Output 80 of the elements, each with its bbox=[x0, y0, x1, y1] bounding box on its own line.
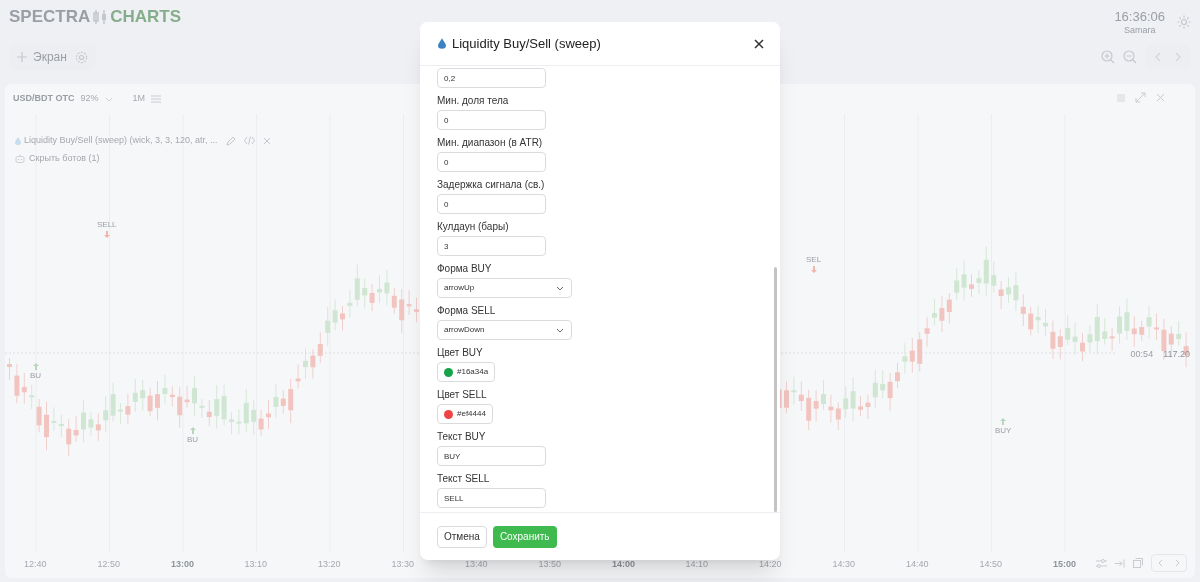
cancel-button[interactable]: Отмена bbox=[437, 525, 487, 548]
down-arrow-icon bbox=[810, 266, 817, 273]
time-axis-label: 13:00 bbox=[171, 558, 195, 571]
code-icon[interactable] bbox=[243, 136, 255, 146]
down-arrow-icon bbox=[103, 231, 110, 238]
select-field[interactable]: arrowDown bbox=[437, 320, 572, 340]
time-axis-label: 13:50 bbox=[538, 558, 562, 571]
signal-label: BU bbox=[187, 436, 199, 444]
dialog-title: Liquidity Buy/Sell (sweep) bbox=[452, 34, 601, 53]
indicator-label: Liquidity Buy/Sell (sweep) (wick, 3, 3, 120, atr, ... bbox=[24, 134, 218, 147]
zoom-in-icon[interactable] bbox=[1101, 50, 1115, 64]
field-label: Форма SELL bbox=[437, 304, 496, 317]
time-axis-label: 15:00 bbox=[1053, 558, 1077, 571]
timezone-label: Samara bbox=[1123, 25, 1156, 35]
input-field[interactable]: 0 bbox=[437, 194, 546, 214]
time-axis-label: 14:50 bbox=[979, 558, 1003, 571]
chevron-left-icon[interactable] bbox=[1155, 52, 1161, 62]
signal-label: SELL bbox=[97, 221, 117, 229]
copy-icon[interactable] bbox=[1133, 558, 1143, 568]
time-axis-label: 14:40 bbox=[906, 558, 929, 571]
expand-icon[interactable] bbox=[1135, 92, 1146, 103]
chevron-left-icon[interactable] bbox=[1158, 559, 1163, 567]
color-picker-field[interactable]: #ef4444 bbox=[437, 404, 493, 424]
field-label: Текст SELL bbox=[437, 472, 490, 485]
time-axis-label: 13:10 bbox=[244, 558, 268, 571]
chevron-right-icon[interactable] bbox=[1175, 559, 1180, 567]
color-picker-field[interactable]: #16a34a bbox=[437, 362, 496, 382]
chevron-down-icon[interactable] bbox=[104, 96, 113, 102]
field-label: Текст BUY bbox=[437, 430, 486, 443]
jump-to-end-icon[interactable] bbox=[1115, 558, 1125, 568]
field-label: Форма BUY bbox=[437, 262, 492, 275]
price-label: 117.20 bbox=[1163, 348, 1190, 361]
input-field[interactable]: SELL bbox=[437, 488, 546, 508]
up-arrow-icon bbox=[32, 363, 39, 370]
input-field[interactable]: 3 bbox=[437, 236, 546, 256]
up-arrow-icon bbox=[1000, 418, 1007, 425]
logo-text: CHARTS bbox=[110, 6, 182, 29]
field-label: Мин. доля тела bbox=[437, 94, 509, 107]
clock-time: 16:36:06 bbox=[1114, 9, 1165, 23]
input-field[interactable]: 0 bbox=[437, 152, 546, 172]
zoom-out-icon[interactable] bbox=[1123, 50, 1137, 64]
chevron-right-icon[interactable] bbox=[1175, 52, 1181, 62]
chevron-down-icon bbox=[556, 327, 564, 333]
time-axis-label: 12:50 bbox=[97, 558, 121, 571]
time-axis-label: 13:40 bbox=[465, 558, 488, 571]
candlestick-icon bbox=[93, 9, 108, 25]
droplet-icon bbox=[438, 38, 446, 49]
payout-label: 92% bbox=[80, 92, 99, 106]
field-label: Мин. диапазон (в ATR) bbox=[437, 136, 543, 149]
input-field[interactable]: 0 bbox=[437, 110, 546, 130]
field-label: Цвет BUY bbox=[437, 346, 483, 359]
droplet-icon bbox=[15, 136, 21, 145]
close-icon[interactable] bbox=[754, 38, 764, 49]
signal-label: SEL bbox=[806, 256, 822, 264]
signal-label: BUY bbox=[995, 427, 1012, 435]
pencil-icon[interactable] bbox=[225, 135, 236, 146]
input-field[interactable]: 0,2 bbox=[437, 68, 546, 88]
settings-icon[interactable] bbox=[74, 50, 88, 64]
field-label: Кулдаун (бары) bbox=[437, 220, 509, 233]
plus-icon bbox=[17, 52, 27, 62]
robot-icon bbox=[15, 154, 25, 164]
time-axis-label: 13:20 bbox=[318, 558, 341, 571]
input-field[interactable]: BUY bbox=[437, 446, 546, 466]
select-field[interactable]: arrowUp bbox=[437, 278, 572, 298]
time-axis-label: 14:30 bbox=[832, 558, 856, 571]
time-axis-label: 12:40 bbox=[24, 558, 47, 571]
sun-icon[interactable] bbox=[1177, 15, 1191, 29]
time-axis-label: 14:10 bbox=[685, 558, 709, 571]
time-axis-label: 14:20 bbox=[759, 558, 782, 571]
scrollbar-thumb[interactable] bbox=[774, 267, 777, 512]
signal-label: BU bbox=[30, 372, 42, 380]
field-label: Задержка сигнала (св.) bbox=[437, 178, 545, 191]
chevron-down-icon bbox=[556, 285, 564, 291]
logo-text: SPECTRA bbox=[9, 6, 91, 29]
up-arrow-icon bbox=[189, 427, 196, 434]
sliders-icon[interactable] bbox=[1096, 558, 1107, 568]
countdown-label: 00:54 bbox=[1130, 348, 1154, 361]
field-label: Цвет SELL bbox=[437, 388, 487, 401]
time-axis-label: 14:00 bbox=[612, 558, 636, 571]
time-axis-label: 13:30 bbox=[391, 558, 415, 571]
